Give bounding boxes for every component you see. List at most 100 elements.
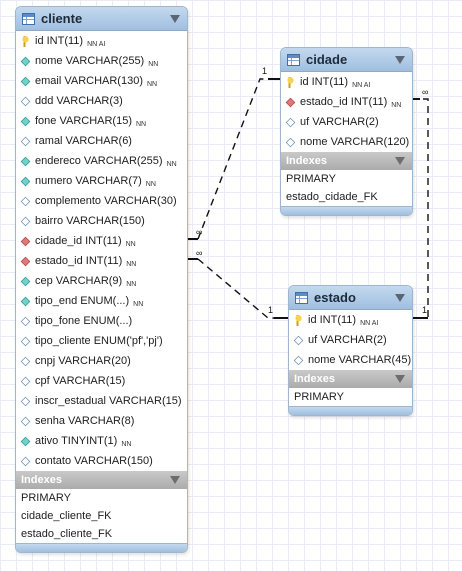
foreign-key-icon — [20, 256, 31, 266]
column-row[interactable]: contato VARCHAR(150) — [16, 451, 187, 471]
column-name: senha VARCHAR(8) — [35, 415, 135, 427]
collapse-arrow-icon[interactable] — [170, 15, 180, 23]
column-row[interactable]: ddd VARCHAR(3) — [16, 91, 187, 111]
column-row[interactable]: nome VARCHAR(45) — [289, 350, 412, 370]
nullable-column-icon — [20, 196, 31, 206]
column-row[interactable]: ativo TINYINT(1) NN — [16, 431, 187, 451]
column-icon — [20, 436, 31, 446]
column-flags: NN — [147, 80, 158, 88]
table-name: cliente — [41, 11, 83, 26]
nullable-column-icon — [285, 137, 296, 147]
collapse-arrow-icon[interactable] — [395, 375, 405, 383]
column-name: estado_id INT(11) — [300, 96, 388, 108]
column-row[interactable]: uf VARCHAR(2) — [289, 330, 412, 350]
collapse-arrow-icon[interactable] — [170, 476, 180, 484]
column-row[interactable]: senha VARCHAR(8) — [16, 411, 187, 431]
nullable-column-icon — [20, 356, 31, 366]
index-row[interactable]: PRIMARY — [281, 170, 412, 188]
index-list: PRIMARY — [289, 388, 412, 406]
indexes-label: Indexes — [21, 474, 62, 486]
column-flags: NN — [145, 180, 156, 188]
column-icon — [20, 156, 31, 166]
column-row[interactable]: cnpj VARCHAR(20) — [16, 351, 187, 371]
column-row[interactable]: cep VARCHAR(9) NN — [16, 271, 187, 291]
column-row[interactable]: bairro VARCHAR(150) — [16, 211, 187, 231]
column-icon — [20, 76, 31, 86]
indexes-header[interactable]: Indexes — [289, 370, 412, 388]
column-flags: NN — [126, 260, 137, 268]
nullable-column-icon — [20, 396, 31, 406]
column-flags: NN — [136, 120, 147, 128]
column-flags: NN AI — [360, 319, 379, 327]
cardinality-one-label: 1 — [268, 305, 274, 315]
table-header[interactable]: estado — [289, 286, 412, 310]
column-name: ddd VARCHAR(3) — [35, 95, 123, 107]
column-name: nome VARCHAR(120) — [300, 136, 410, 148]
column-row[interactable]: cidade_id INT(11) NN — [16, 231, 187, 251]
nullable-column-icon — [293, 335, 304, 345]
column-row[interactable]: numero VARCHAR(7) NN — [16, 171, 187, 191]
table-name: cidade — [306, 52, 348, 67]
nullable-column-icon — [20, 96, 31, 106]
column-name: id INT(11) — [300, 76, 349, 88]
table-icon — [287, 53, 300, 66]
column-row[interactable]: id INT(11) NN AI — [16, 31, 187, 51]
column-row[interactable]: id INT(11) NN AI — [281, 72, 412, 92]
column-name: estado_id INT(11) — [35, 255, 123, 267]
column-row[interactable]: estado_id INT(11) NN — [16, 251, 187, 271]
table-cliente[interactable]: cliente id INT(11) NN AI nome VARCHAR(255)… — [15, 6, 188, 553]
column-name: id INT(11) — [308, 314, 357, 326]
indexes-header[interactable]: Indexes — [16, 471, 187, 489]
column-row[interactable]: nome VARCHAR(255) NN — [16, 51, 187, 71]
index-row[interactable]: PRIMARY — [16, 489, 187, 507]
column-name: uf VARCHAR(2) — [308, 334, 387, 346]
column-name: ativo TINYINT(1) — [35, 435, 118, 447]
column-row[interactable]: id INT(11) NN AI — [289, 310, 412, 330]
table-estado[interactable]: estado id INT(11) NN AI uf VARCHAR(2) nome … — [288, 285, 413, 416]
table-icon — [295, 291, 308, 304]
index-row[interactable]: estado_cidade_FK — [281, 188, 412, 206]
column-row[interactable]: endereco VARCHAR(255) NN — [16, 151, 187, 171]
primary-key-icon — [294, 314, 303, 326]
column-name: nome VARCHAR(255) — [35, 55, 145, 67]
indexes-header[interactable]: Indexes — [281, 152, 412, 170]
column-icon — [20, 56, 31, 66]
primary-key-icon — [21, 35, 30, 47]
index-row[interactable]: PRIMARY — [289, 388, 412, 406]
indexes-label: Indexes — [294, 373, 335, 385]
column-flags: NN AI — [87, 40, 106, 48]
column-row[interactable]: cpf VARCHAR(15) — [16, 371, 187, 391]
relationship-cliente-cidade — [186, 78, 280, 240]
column-row[interactable]: uf VARCHAR(2) — [281, 112, 412, 132]
column-icon — [20, 176, 31, 186]
index-list: PRIMARY cidade_cliente_FK estado_cliente_F… — [16, 489, 187, 543]
collapse-arrow-icon[interactable] — [395, 157, 405, 165]
table-header[interactable]: cliente — [16, 7, 187, 31]
cardinality-many-label: ∞ — [196, 227, 203, 237]
table-header[interactable]: cidade — [281, 48, 412, 72]
table-footer — [16, 543, 187, 552]
column-name: uf VARCHAR(2) — [300, 116, 379, 128]
column-row[interactable]: complemento VARCHAR(30) — [16, 191, 187, 211]
column-row[interactable]: nome VARCHAR(120) — [281, 132, 412, 152]
collapse-arrow-icon[interactable] — [395, 56, 405, 64]
column-row[interactable]: tipo_cliente ENUM('pf','pj') — [16, 331, 187, 351]
column-row[interactable]: tipo_fone ENUM(...) — [16, 311, 187, 331]
column-row[interactable]: email VARCHAR(130) NN — [16, 71, 187, 91]
column-name: tipo_end ENUM(...) — [35, 295, 130, 307]
column-row[interactable]: estado_id INT(11) NN — [281, 92, 412, 112]
index-row[interactable]: estado_cliente_FK — [16, 525, 187, 543]
column-flags: NN — [148, 60, 159, 68]
index-row[interactable]: cidade_cliente_FK — [16, 507, 187, 525]
collapse-arrow-icon[interactable] — [395, 294, 405, 302]
column-row[interactable]: ramal VARCHAR(6) — [16, 131, 187, 151]
column-row[interactable]: fone VARCHAR(15) NN — [16, 111, 187, 131]
column-row[interactable]: tipo_end ENUM(...) NN — [16, 291, 187, 311]
column-flags: NN AI — [352, 81, 371, 89]
nullable-column-icon — [20, 336, 31, 346]
column-name: ramal VARCHAR(6) — [35, 135, 132, 147]
table-cidade[interactable]: cidade id INT(11) NN AI estado_id INT(11) N… — [280, 47, 413, 216]
cardinality-many-label: ∞ — [196, 248, 203, 258]
column-row[interactable]: inscr_estadual VARCHAR(15) — [16, 391, 187, 411]
column-list: id INT(11) NN AI estado_id INT(11) NN uf VAR… — [281, 72, 412, 152]
